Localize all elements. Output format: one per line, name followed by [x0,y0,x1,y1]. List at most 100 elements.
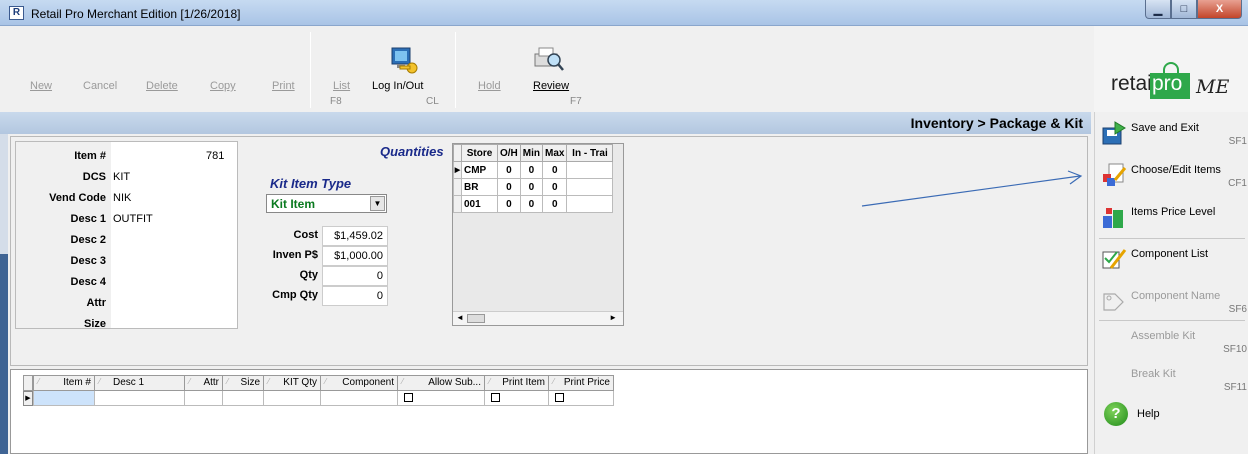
choose-edit-shortcut: CF1 [1228,178,1247,189]
price-level-icon [1103,208,1123,228]
kit-type-title: Kit Item Type [270,176,352,191]
max-cell[interactable]: 0 [541,195,568,213]
store-cell[interactable]: CMP [461,161,498,179]
breadcrumb-band: Inventory > Package & Kit [0,112,1091,134]
table-row[interactable]: 001 0 0 0 [453,195,614,213]
save-and-exit-button[interactable]: Save and Exit SF1 [1095,116,1248,154]
item-no-value[interactable]: 781 [206,150,224,162]
cell-allow-sub[interactable] [398,391,485,406]
login-button[interactable]: Log In/Out [372,80,423,92]
row-indicator [453,178,462,196]
save-exit-shortcut: SF1 [1228,136,1247,147]
max-header[interactable]: Max [541,144,568,162]
component-list-icon [1102,249,1127,269]
assemble-kit-shortcut: SF10 [1223,344,1247,355]
help-icon[interactable]: ? [1104,402,1128,426]
cell-print-item[interactable] [485,391,549,406]
qty-label: Qty [299,269,318,281]
vend-code-value[interactable]: NIK [113,192,131,204]
save-exit-icon [1102,121,1126,145]
item-labels: Item # DCS Vend Code Desc 1 Desc 2 Desc … [16,142,111,330]
scroll-left-icon[interactable]: ◄ [456,313,464,322]
print-price-checkbox[interactable] [555,393,564,402]
col-print-price[interactable]: ⁄ Print Price [549,375,614,391]
max-cell[interactable]: 0 [541,161,568,179]
in-transit-cell[interactable] [566,161,614,179]
component-name-button[interactable]: Component Name SF6 [1095,284,1248,322]
store-header[interactable]: Store [461,144,498,162]
col-size[interactable]: ⁄ Size [223,375,264,391]
window-title: Retail Pro Merchant Edition [1/26/2018] [31,7,241,21]
min-header[interactable]: Min [519,144,544,162]
min-cell[interactable]: 0 [519,178,544,196]
quantities-grid: Store O/H Min Max In - Trai ▶ CMP 0 0 0 … [452,143,624,326]
delete-button[interactable]: Delete [146,80,178,92]
cell-print-price[interactable] [549,391,614,406]
desc1-value[interactable]: OUTFIT [113,213,153,225]
help-label[interactable]: Help [1137,408,1160,420]
cmp-qty-label: Cmp Qty [272,289,318,301]
oh-cell[interactable]: 0 [497,161,521,179]
cell-attr[interactable] [185,391,223,406]
oh-header[interactable]: O/H [497,144,521,162]
component-grid-header: ⁄ Item # ⁄ Desc 1 ⁄ Attr ⁄ Size ⁄ KIT Qty ⁄ Co… [33,375,614,391]
sidebar-separator [1099,320,1245,321]
list-button[interactable]: List [333,80,350,92]
max-cell[interactable]: 0 [541,178,568,196]
kit-type-select[interactable]: Kit Item ▼ [266,194,387,213]
in-transit-header[interactable]: In - Trai [566,144,614,162]
desc3-label: Desc 3 [70,255,106,267]
review-button[interactable]: Review [533,80,569,92]
inven-price-row: Inven P$ $1,000.00 [264,246,388,266]
col-desc1[interactable]: ⁄ Desc 1 [95,375,185,391]
table-row[interactable]: ▶ CMP 0 0 0 [453,161,614,179]
store-cell[interactable]: 001 [461,195,498,213]
break-kit-button[interactable]: Break Kit SF11 [1095,362,1248,400]
in-transit-cell[interactable] [566,178,614,196]
app-icon[interactable]: R [9,6,24,20]
col-kit-qty[interactable]: ⁄ KIT Qty [264,375,321,391]
scroll-thumb[interactable] [467,314,485,323]
component-list-button[interactable]: Component List [1095,242,1248,280]
maximize-button[interactable]: □ [1171,0,1197,19]
minimize-button[interactable]: ▁ [1145,0,1171,19]
review-shortcut: F7 [570,96,582,107]
min-cell[interactable]: 0 [519,195,544,213]
dcs-value[interactable]: KIT [113,171,130,183]
print-button[interactable]: Print [272,80,295,92]
horizontal-scrollbar[interactable]: ◄ ► [453,311,623,325]
store-cell[interactable]: BR [461,178,498,196]
oh-cell[interactable]: 0 [497,178,521,196]
cell-desc1[interactable] [95,391,185,406]
items-price-level-button[interactable]: Items Price Level [1095,200,1248,238]
min-cell[interactable]: 0 [519,161,544,179]
in-transit-cell[interactable] [566,195,614,213]
row-indicator [453,195,462,213]
cell-component[interactable] [321,391,398,406]
copy-button[interactable]: Copy [210,80,236,92]
hold-button[interactable]: Hold [478,80,501,92]
cancel-button[interactable]: Cancel [83,80,117,92]
assemble-kit-button[interactable]: Assemble Kit SF10 [1095,324,1248,362]
col-print-item[interactable]: ⁄ Print Item [485,375,549,391]
scroll-right-icon[interactable]: ► [609,313,617,322]
col-component[interactable]: ⁄ Component [321,375,398,391]
left-edge-strip [0,134,8,454]
cell-kit-qty[interactable] [264,391,321,406]
new-button[interactable]: New [30,80,52,92]
cell-size[interactable] [223,391,264,406]
col-allow-sub[interactable]: ⁄ Allow Sub... [398,375,485,391]
col-item-no[interactable]: ⁄ Item # [33,375,95,391]
chevron-down-icon[interactable]: ▼ [370,196,385,211]
table-row[interactable]: BR 0 0 0 [453,178,614,196]
close-button[interactable]: X [1197,0,1242,19]
table-row[interactable] [33,391,614,406]
oh-cell[interactable]: 0 [497,195,521,213]
print-item-checkbox[interactable] [491,393,500,402]
left-edge-accent [0,254,8,454]
choose-edit-items-button[interactable]: Choose/Edit Items CF1 [1095,158,1248,196]
dcs-label: DCS [82,171,106,183]
allow-sub-checkbox[interactable] [404,393,413,402]
cell-item-no[interactable] [33,391,95,406]
col-attr[interactable]: ⁄ Attr [185,375,223,391]
